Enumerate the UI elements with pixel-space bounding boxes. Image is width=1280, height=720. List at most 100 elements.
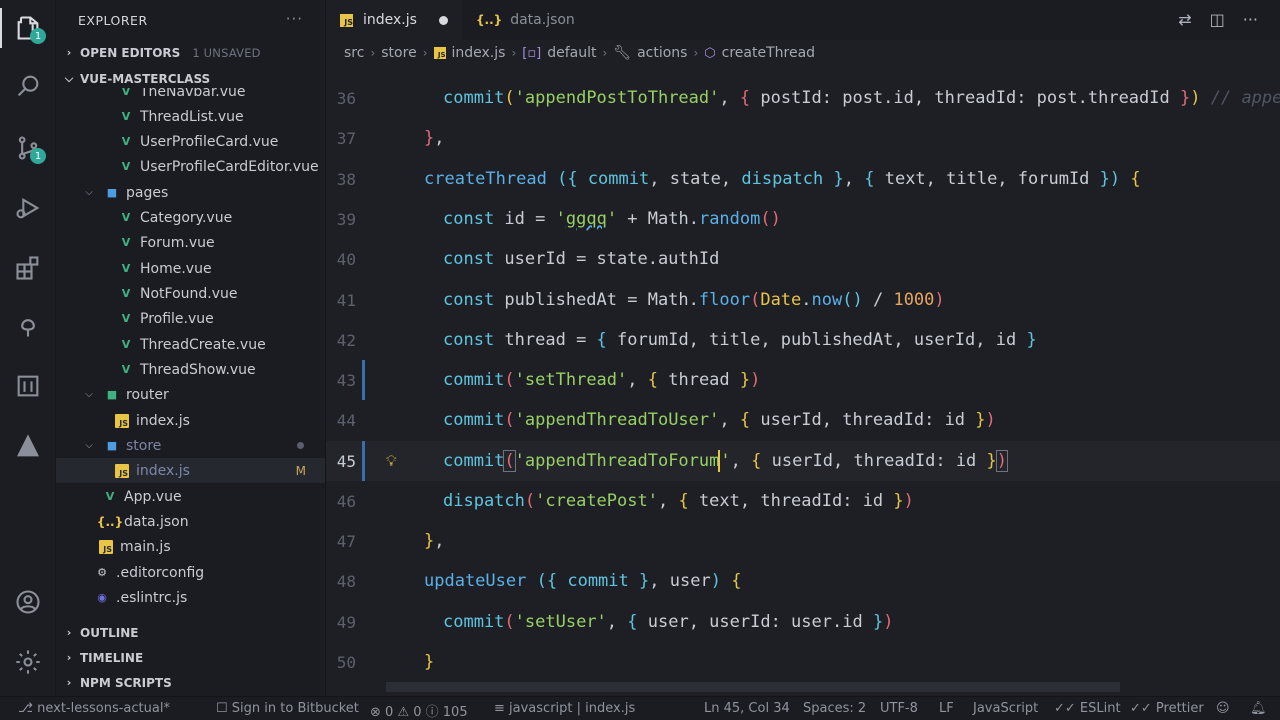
chevron-right-icon: › — [693, 46, 699, 60]
code-text: commit('appendPostToThread', { postId: p… — [443, 88, 1280, 108]
account-icon[interactable] — [0, 578, 56, 626]
code-text: const publishedAt = Math.floor(Date.now(… — [443, 290, 945, 310]
info-count: 105 — [442, 705, 468, 720]
tree-folder[interactable]: ⌵ ■ pages — [56, 180, 325, 205]
explorer-icon[interactable]: 1 — [0, 4, 56, 52]
eol-status[interactable]: LF — [939, 701, 954, 716]
branch-status[interactable]: ⎇ next-lessons-actual* — [18, 701, 170, 716]
open-editors-section[interactable]: › OPEN EDITORS 1 UNSAVED — [56, 40, 325, 65]
code-text: }, — [424, 128, 445, 148]
tree-item[interactable]: V Category.vue — [56, 205, 325, 230]
tree-item[interactable]: V Profile.vue — [56, 306, 325, 331]
tree-item-selected[interactable]: JS index.js M — [56, 458, 325, 483]
eslint-status[interactable]: ✓✓ ESLint — [1054, 701, 1121, 716]
timeline-label: TIMELINE — [80, 650, 144, 665]
activity-bar: 1 1 — [0, 0, 56, 696]
tree-item[interactable]: V UserProfileCard.vue — [56, 129, 325, 154]
tab-data-json[interactable]: {..} data.json — [462, 0, 589, 40]
tree-label: ThreadShow.vue — [140, 361, 256, 378]
code-line: 48 updateUser ({ commit }, user) { — [326, 561, 1280, 601]
modified-dot-icon — [297, 442, 304, 449]
sidebar-title: EXPLORER ··· — [56, 0, 325, 40]
tree-item[interactable]: V UserProfileCardEditor.vue — [56, 154, 325, 179]
azure-icon[interactable] — [0, 422, 56, 470]
cursor-position[interactable]: Ln 45, Col 34 — [704, 701, 790, 716]
vue-file-icon: V — [121, 211, 131, 224]
run-debug-icon[interactable] — [0, 184, 56, 232]
outline-section[interactable]: › OUTLINE — [56, 620, 325, 645]
explorer-badge: 1 — [30, 28, 46, 44]
tab-label: data.json — [510, 12, 575, 28]
extensions-icon[interactable] — [0, 244, 56, 292]
horizontal-scrollbar[interactable] — [386, 682, 1120, 692]
code-line: 43 commit('setThread', { thread }) — [326, 360, 1280, 400]
settings-gear-icon[interactable] — [0, 638, 56, 686]
line-number: 39 — [336, 209, 356, 229]
split-editor-icon[interactable]: ◫ — [1210, 10, 1225, 29]
vue-file-icon: V — [121, 262, 131, 275]
breadcrumb-store[interactable]: store — [381, 45, 416, 61]
problems-status[interactable]: ⊗ 0 ⚠ 0 ⓘ 105 — [370, 701, 468, 720]
tree-item[interactable]: JS index.js — [56, 408, 325, 433]
tree-item[interactable]: ⚙ .editorconfig — [56, 560, 325, 585]
tree-item[interactable]: V ThreadList.vue — [56, 104, 325, 129]
breadcrumb-actions[interactable]: actions — [637, 45, 687, 61]
notifications-bell-icon[interactable]: 🔔︎ — [1250, 701, 1267, 716]
code-text: commit('appendThreadToForum', { userId, … — [443, 450, 1009, 472]
unsaved-dot-icon[interactable] — [439, 15, 448, 25]
code-text: } — [424, 652, 435, 672]
breadcrumb-function[interactable]: createThread — [722, 45, 815, 61]
prettier-label: Prettier — [1155, 701, 1204, 716]
chevron-right-icon: › — [66, 651, 72, 664]
tree-folder[interactable]: ⌵ ■ store — [56, 433, 325, 458]
code-text: commit('appendThreadToUser', { userId, t… — [443, 410, 996, 430]
outline-label: OUTLINE — [80, 625, 139, 640]
more-actions-icon[interactable]: ··· — [286, 10, 303, 28]
remote-tree-icon[interactable] — [0, 302, 56, 350]
tree-item[interactable]: V ThreadCreate.vue — [56, 332, 325, 357]
tab-index-js[interactable]: JS index.js — [326, 0, 462, 40]
indentation-status[interactable]: Spaces: 2 — [803, 701, 866, 716]
tab-label: index.js — [363, 12, 417, 28]
tree-item[interactable]: V Forum.vue — [56, 230, 325, 255]
tree-item[interactable]: V App.vue — [56, 484, 325, 509]
lightbulb-icon[interactable]: 💡︎ — [386, 452, 397, 470]
line-number: 49 — [336, 612, 356, 632]
vue-file-icon: V — [105, 490, 115, 503]
modified-badge: M — [295, 463, 306, 478]
status-bar: ⎇ next-lessons-actual* ☐ Sign in to Bitb… — [0, 696, 1280, 720]
vue-file-icon: V — [121, 160, 131, 173]
source-control-icon[interactable]: 1 — [0, 124, 56, 172]
prettier-status[interactable]: ✓✓ Prettier — [1130, 701, 1204, 716]
tree-item[interactable]: JS main.js — [56, 534, 325, 559]
tree-label: Home.vue — [140, 260, 212, 277]
code-editor[interactable]: 36 commit('appendPostToThread', { postId… — [326, 66, 1280, 696]
tree-item[interactable]: V NotFound.vue — [56, 281, 325, 306]
tree-item[interactable]: ◉ .eslintrc.js — [56, 585, 325, 610]
open-editors-label: OPEN EDITORS — [80, 45, 181, 60]
tree-label: router — [126, 386, 169, 403]
more-actions-icon[interactable]: ··· — [1243, 10, 1258, 29]
tree-label: .eslintrc.js — [116, 589, 188, 606]
breadcrumb-default[interactable]: default — [547, 45, 596, 61]
breadcrumb-src[interactable]: src — [344, 45, 364, 61]
tree-label: TheNavbar.vue — [140, 88, 246, 100]
timeline-section[interactable]: › TIMELINE — [56, 645, 325, 670]
bitbucket-status[interactable]: ☐ Sign in to Bitbucket — [216, 701, 359, 716]
panel-square-icon[interactable] — [0, 362, 56, 410]
compare-changes-icon[interactable]: ⇄ — [1178, 10, 1191, 29]
vue-file-icon: V — [121, 363, 131, 376]
tree-item[interactable]: V TheNavbar.vue — [56, 88, 325, 104]
tree-item[interactable]: V Home.vue — [56, 256, 325, 281]
breadcrumb-file[interactable]: index.js — [452, 45, 506, 61]
npm-scripts-section[interactable]: › NPM SCRIPTS — [56, 670, 325, 695]
search-icon[interactable] — [0, 62, 56, 110]
tree-folder[interactable]: ⌵ ■ router — [56, 382, 325, 407]
feedback-icon[interactable]: ☺ — [1216, 701, 1230, 716]
encoding-status[interactable]: UTF-8 — [880, 701, 918, 716]
tree-item[interactable]: V ThreadShow.vue — [56, 357, 325, 382]
text-cursor — [718, 450, 721, 472]
context-status[interactable]: ≡ javascript | index.js — [494, 701, 635, 716]
language-mode[interactable]: JavaScript — [973, 701, 1038, 716]
tree-item[interactable]: {..} data.json — [56, 509, 325, 534]
